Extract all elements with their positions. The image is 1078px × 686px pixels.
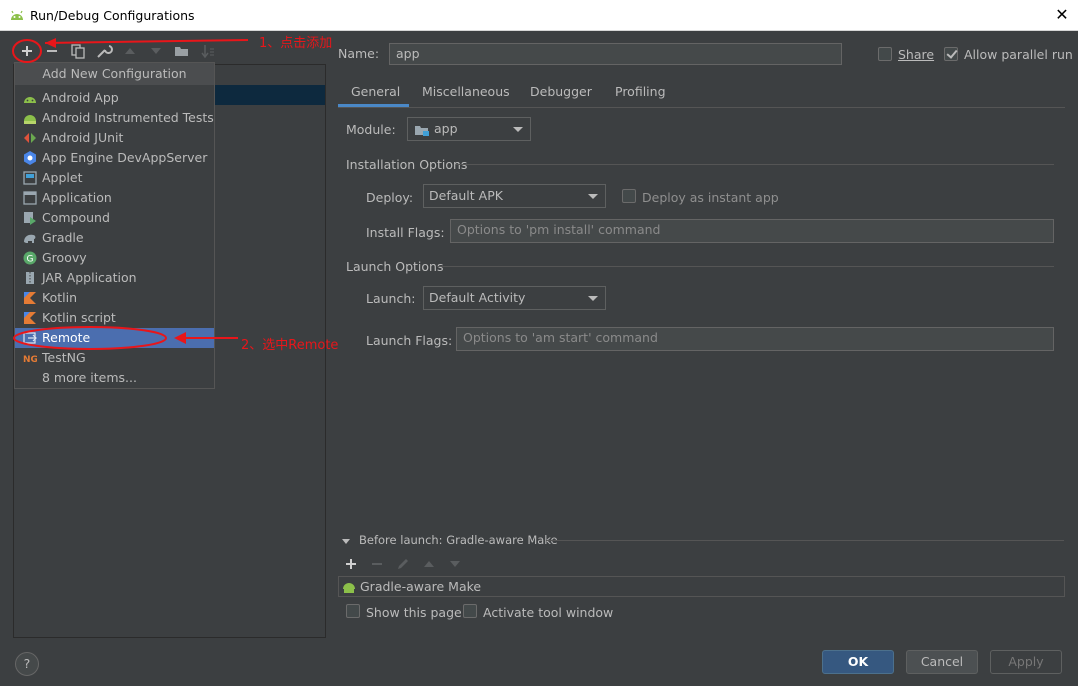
annotation-arrowhead-remote: [174, 332, 186, 344]
annotation-arrowhead-add: [45, 38, 56, 48]
annotation-step2: 2、选中Remote: [241, 338, 339, 353]
annotation-step1: 1、点击添加: [259, 36, 333, 51]
annotation-arrow-add: [44, 39, 249, 44]
annotation-overlay: [12, 38, 249, 350]
annotation-circle-add: [12, 39, 42, 63]
annotation-circle-remote: [13, 326, 167, 350]
